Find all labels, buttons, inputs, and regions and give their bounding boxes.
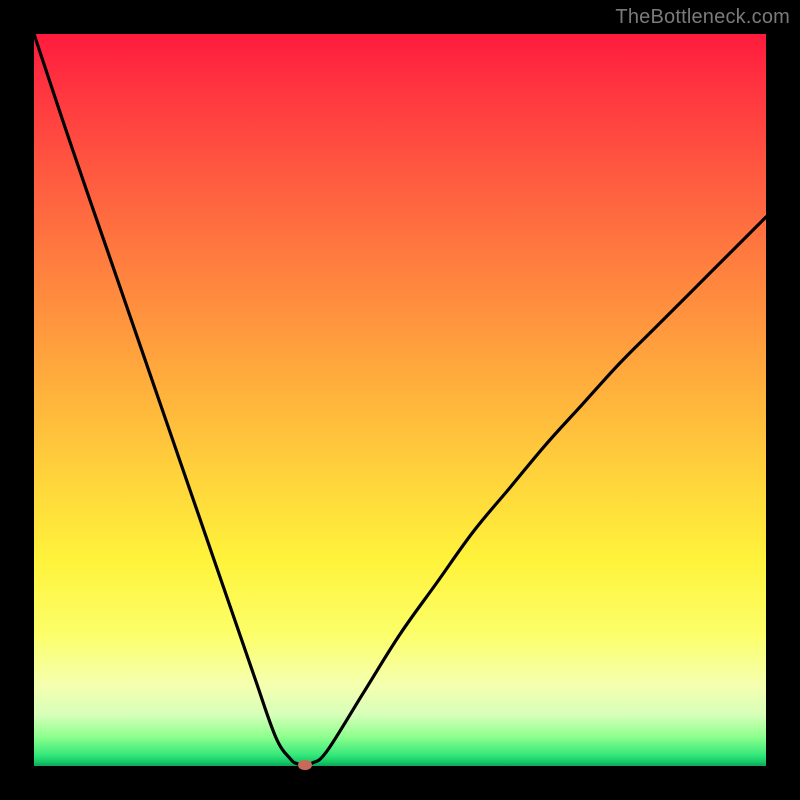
- curve-svg: [34, 34, 766, 766]
- minimum-marker: [298, 760, 312, 770]
- bottleneck-curve: [34, 34, 766, 765]
- watermark-text: TheBottleneck.com: [615, 6, 790, 29]
- plot-area: [34, 34, 766, 766]
- chart-frame: TheBottleneck.com: [0, 0, 800, 800]
